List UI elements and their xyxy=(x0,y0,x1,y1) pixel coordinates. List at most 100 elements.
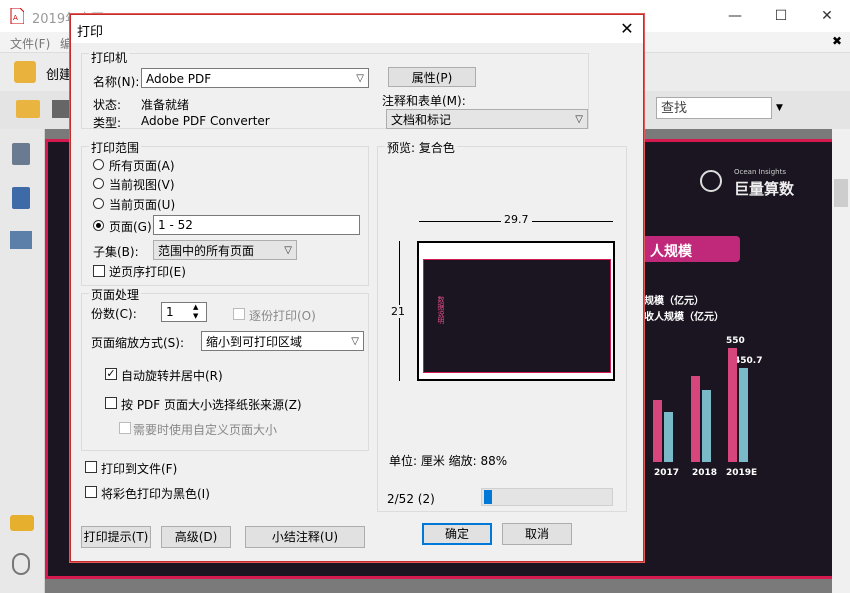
search-dropdown-icon[interactable]: ▼ xyxy=(776,103,783,113)
type-value: Adobe PDF Converter xyxy=(141,114,270,128)
paper-source-label[interactable]: 按 PDF 页面大小选择纸张来源(Z) xyxy=(121,396,302,413)
attachment-icon[interactable] xyxy=(12,553,30,575)
copies-stepper-icon[interactable]: ▲ ▼ xyxy=(193,303,198,321)
menu-file[interactable]: 文件(F) xyxy=(10,35,50,52)
range-view-label[interactable]: 当前视图(V) xyxy=(109,176,175,193)
pdf-file-icon: A xyxy=(10,8,24,24)
minimize-button[interactable]: — xyxy=(712,0,758,32)
chevron-down-icon: ▽ xyxy=(351,336,359,347)
create-button[interactable]: 创建 xyxy=(46,64,72,83)
printer-name-select[interactable]: Adobe PDF ▽ xyxy=(141,68,369,88)
page-slider[interactable] xyxy=(481,488,613,506)
chevron-down-icon: ▽ xyxy=(356,73,364,84)
brand-name-cn: 巨量算数 xyxy=(734,180,795,198)
subset-value: 范围中的所有页面 xyxy=(158,244,255,258)
print-to-file-checkbox[interactable] xyxy=(85,461,97,473)
legend-scale: 规模（亿元） xyxy=(644,296,704,307)
bar-2019-b xyxy=(739,368,748,462)
cancel-button[interactable]: 取消 xyxy=(502,523,572,545)
print-range-label: 打印范围 xyxy=(89,139,142,156)
custom-size-checkbox[interactable] xyxy=(119,422,131,434)
printer-group-label: 打印机 xyxy=(89,49,130,66)
width-dimension-label: 29.7 xyxy=(501,213,532,226)
printer-name-label: 名称(N): xyxy=(93,75,140,89)
maximize-button[interactable]: ☐ xyxy=(758,0,804,32)
ok-button[interactable]: 确定 xyxy=(422,523,492,545)
page-indicator: 2/52 (2) xyxy=(387,492,435,506)
year-label-2017: 2017 xyxy=(654,468,680,478)
range-view-radio[interactable] xyxy=(93,178,104,189)
year-label-2019e: 2019E xyxy=(726,468,758,478)
print-color-black-checkbox[interactable] xyxy=(85,486,97,498)
height-dimension-label: 21 xyxy=(391,305,405,318)
legend-income: 收人规模（亿元） xyxy=(644,312,724,323)
year-label-2018: 2018 xyxy=(692,468,718,478)
comments-forms-value: 文档和标记 xyxy=(391,113,452,127)
properties-button[interactable]: 属性(P) xyxy=(388,67,476,87)
pages-icon[interactable] xyxy=(12,143,30,165)
range-current-radio[interactable] xyxy=(93,198,104,209)
chevron-down-icon: ▽ xyxy=(284,245,292,256)
range-pages-label[interactable]: 页面(G) xyxy=(109,218,152,235)
panel-close-icon[interactable]: ✖ xyxy=(832,34,842,48)
subset-select[interactable]: 范围中的所有页面 ▽ xyxy=(153,240,297,260)
search-input[interactable]: 查找 xyxy=(656,97,772,119)
preview-page: 数据说明 xyxy=(417,241,615,381)
bar-2019-a xyxy=(728,348,737,462)
bookmarks-icon[interactable] xyxy=(12,187,30,209)
type-label: 类型: xyxy=(93,116,122,130)
page-handling-label: 页面处理 xyxy=(89,286,142,303)
range-all-radio[interactable] xyxy=(93,159,104,170)
bar-2017-b xyxy=(664,412,673,462)
auto-rotate-label[interactable]: 自动旋转并居中(R) xyxy=(121,367,223,384)
create-icon xyxy=(14,61,36,83)
vertical-scrollbar[interactable] xyxy=(832,129,850,593)
comments-icon[interactable] xyxy=(10,515,34,531)
print-icon[interactable] xyxy=(52,100,70,118)
copies-input[interactable]: 1 xyxy=(161,302,207,322)
brand-logo-icon xyxy=(700,170,722,192)
page-slider-thumb[interactable] xyxy=(484,490,492,504)
preview-side-text: 数据说明 xyxy=(437,296,445,324)
dialog-close-button[interactable]: ✕ xyxy=(611,15,643,43)
value-label-550: 550 xyxy=(726,336,745,346)
auto-rotate-checkbox[interactable]: ✓ xyxy=(105,368,117,380)
pages-input[interactable]: 1 - 52 xyxy=(153,215,360,235)
preview-label: 预览: 复合色 xyxy=(385,139,457,156)
bar-2018-a xyxy=(691,376,700,462)
dialog-title: 打印 xyxy=(77,25,104,40)
reverse-pages-checkbox[interactable] xyxy=(93,265,105,277)
print-tips-button[interactable]: 打印提示(T) xyxy=(81,526,151,548)
summarize-comments-button[interactable]: 小结注释(U) xyxy=(245,526,365,548)
bar-2018-b xyxy=(702,390,711,462)
status-label: 状态: xyxy=(93,98,122,112)
comments-forms-select[interactable]: 文档和标记 ▽ xyxy=(386,109,588,129)
advanced-button[interactable]: 高级(D) xyxy=(161,526,231,548)
status-value: 准备就绪 xyxy=(141,98,190,112)
paper-source-checkbox[interactable] xyxy=(105,397,117,409)
navigation-pane xyxy=(0,129,45,593)
copies-label: 份数(C): xyxy=(91,307,137,321)
close-window-button[interactable]: ✕ xyxy=(804,0,850,32)
page-scaling-label: 页面缩放方式(S): xyxy=(91,336,185,350)
print-color-black-label[interactable]: 将彩色打印为黑色(I) xyxy=(101,485,210,502)
custom-size-label[interactable]: 需要时使用自定义页面大小 xyxy=(133,421,277,438)
collate-checkbox[interactable] xyxy=(233,308,245,320)
range-pages-radio[interactable] xyxy=(93,220,104,231)
value-label-450: 450.7 xyxy=(734,356,763,366)
collate-label[interactable]: 逐份打印(O) xyxy=(249,307,316,324)
subset-label: 子集(B): xyxy=(93,245,139,259)
page-scaling-select[interactable]: 缩小到可打印区域 ▽ xyxy=(201,331,364,351)
page-scaling-value: 缩小到可打印区域 xyxy=(206,335,303,349)
reverse-pages-label[interactable]: 逆页序打印(E) xyxy=(109,263,186,280)
open-folder-icon[interactable] xyxy=(16,100,40,118)
range-all-label[interactable]: 所有页面(A) xyxy=(109,157,175,174)
preview-slide-thumbnail: 数据说明 xyxy=(423,259,611,373)
print-to-file-label[interactable]: 打印到文件(F) xyxy=(101,460,177,477)
dialog-title-bar: 打印 ✕ xyxy=(71,15,643,43)
range-current-label[interactable]: 当前页面(U) xyxy=(109,196,175,213)
bar-2017-a xyxy=(653,400,662,462)
brand-name-en: Ocean Insights xyxy=(734,168,786,176)
signatures-icon[interactable] xyxy=(10,231,32,249)
scrollbar-thumb[interactable] xyxy=(834,179,848,207)
